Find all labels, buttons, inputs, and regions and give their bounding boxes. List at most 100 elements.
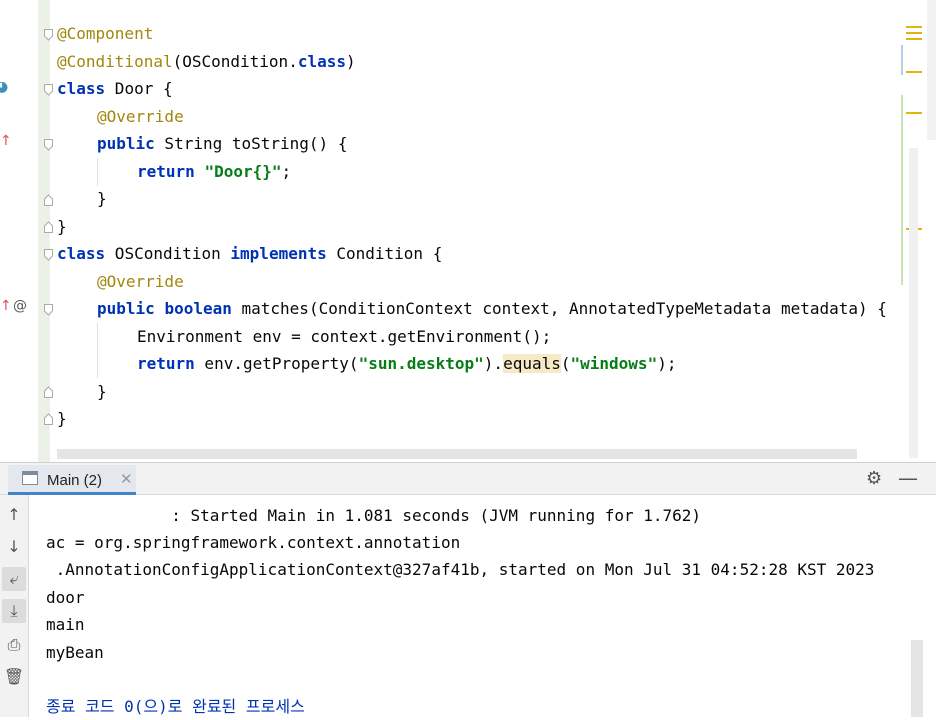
tab-label: Main (2) (47, 472, 103, 489)
fold-end-icon[interactable] (44, 221, 53, 233)
code-token: Environment env = context.getEnvironment… (137, 327, 552, 346)
code-line[interactable]: return env.getProperty("sun.desktop").eq… (137, 351, 676, 377)
keyword-token: class (297, 52, 346, 71)
code-editor[interactable]: ◕ ↑ ↑ @ @Component @Conditional(OSCondit… (0, 0, 936, 462)
annotation-token: @Override (97, 272, 184, 291)
code-line[interactable]: class Door { (57, 76, 173, 102)
fold-end-icon[interactable] (44, 386, 53, 398)
tab-main-2[interactable]: Main (2) ✕ (8, 465, 136, 495)
right-tool-strip[interactable] (927, 0, 936, 140)
horizontal-scrollbar[interactable] (57, 449, 857, 459)
annotation-token: @Conditional (57, 52, 173, 71)
arrow-up-icon[interactable]: ↑ (2, 503, 26, 527)
fold-marker-icon[interactable] (44, 249, 53, 261)
spring-bean-icon[interactable]: ◕ (0, 79, 8, 95)
scroll-thumb[interactable] (901, 45, 903, 75)
keyword-token: class (57, 79, 106, 98)
keyword-token: public (97, 134, 155, 153)
annotation-token: @Component (57, 24, 154, 43)
vertical-scrollbar[interactable] (909, 148, 918, 458)
code-token: env.getProperty( (194, 354, 359, 373)
code-line[interactable]: @Override (97, 269, 184, 295)
code-line[interactable]: Environment env = context.getEnvironment… (137, 324, 551, 350)
code-token: } (57, 217, 67, 236)
code-line[interactable]: @Override (97, 104, 184, 130)
code-token: ); (657, 354, 677, 373)
warning-mark (906, 112, 922, 114)
line-gutter: ◕ ↑ ↑ @ (0, 0, 38, 462)
highlighted-token: equals (503, 354, 561, 373)
code-token: ; (281, 162, 292, 181)
keyword-token: class (57, 244, 106, 263)
code-token: ( (560, 354, 571, 373)
override-icon[interactable]: ↑ (0, 298, 12, 314)
keyword-token: return (137, 162, 195, 181)
console-line: main (46, 615, 85, 634)
error-stripe[interactable] (900, 0, 936, 462)
console-line: ac = org.springframework.context.annotat… (46, 533, 461, 552)
gear-icon[interactable]: ⚙ (866, 468, 882, 489)
console-line: : Started Main in 1.081 seconds (JVM run… (46, 506, 702, 525)
code-token: ) (346, 52, 356, 71)
console-line: .AnnotationConfigApplicationContext@327a… (46, 560, 875, 579)
keyword-token: boolean (164, 299, 232, 318)
code-token: Door { (105, 79, 173, 98)
code-token: matches(ConditionContext context, Annota… (231, 299, 887, 318)
change-mark (901, 95, 903, 285)
code-line[interactable]: @Component (57, 21, 153, 47)
fold-end-icon[interactable] (44, 194, 53, 206)
code-line[interactable]: return "Door{}"; (137, 159, 291, 185)
console-line: door (46, 588, 85, 607)
code-token: ). (483, 354, 504, 373)
string-token: "sun.desktop" (358, 354, 484, 373)
keyword-token: implements (230, 244, 327, 263)
warning-mark (906, 32, 922, 34)
warning-mark (906, 26, 922, 28)
soft-wrap-icon[interactable]: ⤶ (2, 567, 26, 591)
code-token: (OSCondition. (172, 52, 298, 71)
close-icon[interactable]: ✕ (120, 470, 133, 488)
string-token: "Door{}" (204, 162, 282, 181)
console-output[interactable]: : Started Main in 1.081 seconds (JVM run… (29, 495, 936, 717)
scroll-to-end-icon[interactable]: ⤓ (2, 599, 26, 623)
code-line[interactable]: } (97, 186, 107, 212)
code-line[interactable]: public String toString() { (97, 131, 347, 157)
code-token: String toString() { (154, 134, 348, 153)
code-line[interactable]: } (97, 379, 107, 405)
code-line[interactable]: } (57, 214, 67, 240)
string-token: "windows" (570, 354, 658, 373)
console-line: myBean (46, 643, 104, 662)
annotation-icon[interactable]: @ (13, 298, 27, 314)
fold-marker-icon[interactable] (44, 304, 53, 316)
console-scrollbar[interactable] (911, 640, 923, 717)
fold-marker-icon[interactable] (44, 29, 53, 41)
trash-icon[interactable]: 🗑 (2, 665, 26, 689)
code-line[interactable]: @Conditional(OSCondition.class) (57, 49, 356, 75)
fold-marker-icon[interactable] (44, 139, 53, 151)
annotation-token: @Override (97, 107, 184, 126)
warning-mark (906, 38, 922, 40)
indent-guide (97, 158, 98, 186)
keyword-token: public (97, 299, 155, 318)
fold-end-icon[interactable] (44, 413, 53, 425)
run-tool-window-header: Main (2) ✕ (0, 462, 936, 495)
console-toolbar: ↑ ↓ ⤶ ⤓ ⎙ 🗑 (0, 495, 29, 717)
code-line[interactable]: class OSCondition implements Condition { (57, 241, 442, 267)
keyword-token: return (137, 354, 195, 373)
code-token: } (97, 382, 107, 401)
print-icon[interactable]: ⎙ (2, 633, 26, 657)
code-token: Condition { (326, 244, 443, 263)
indent-guide (97, 323, 98, 378)
fold-marker-icon[interactable] (44, 84, 53, 96)
minimize-icon[interactable]: — (898, 466, 918, 490)
warning-mark (906, 71, 922, 73)
process-exit-message: 종료 코드 0(으)로 완료된 프로세스 (46, 697, 305, 716)
code-token: OSCondition (105, 244, 231, 263)
arrow-down-icon[interactable]: ↓ (2, 535, 26, 559)
override-icon[interactable]: ↑ (0, 133, 12, 149)
code-token: } (57, 409, 67, 428)
code-line[interactable]: } (57, 406, 67, 432)
code-line[interactable]: public boolean matches(ConditionContext … (97, 296, 887, 322)
